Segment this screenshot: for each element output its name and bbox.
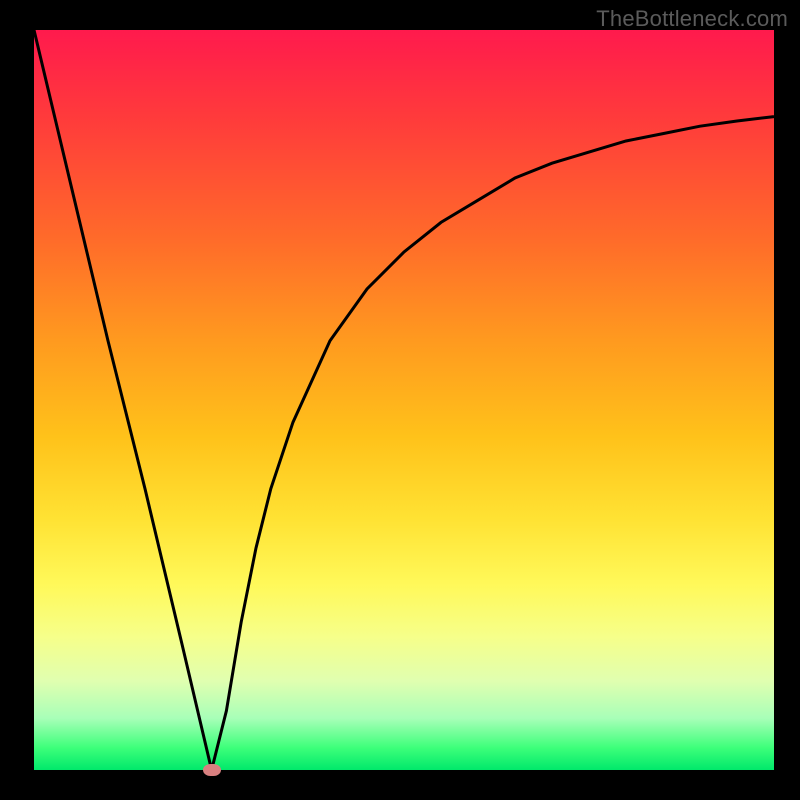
plot-area xyxy=(34,30,774,770)
minimum-marker xyxy=(203,764,221,776)
bottleneck-curve xyxy=(34,30,774,770)
curve-path xyxy=(34,30,774,770)
watermark-text: TheBottleneck.com xyxy=(596,6,788,32)
chart-frame: TheBottleneck.com xyxy=(0,0,800,800)
